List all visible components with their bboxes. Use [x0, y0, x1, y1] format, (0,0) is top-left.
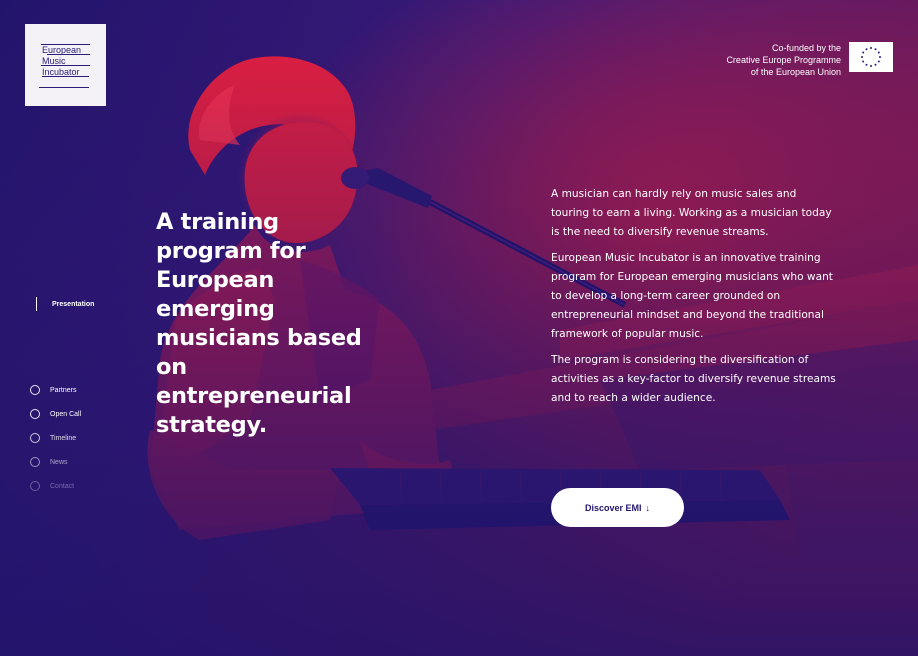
- circle-icon: [30, 481, 40, 491]
- eu-flag-icon: [849, 42, 893, 72]
- intro-paragraph: European Music Incubator is an innovativ…: [551, 252, 833, 340]
- discover-emi-label: Discover EMI: [584, 502, 642, 513]
- arrow-down-icon: ↓: [645, 502, 651, 513]
- circle-icon: [30, 409, 40, 419]
- circle-icon: [30, 385, 40, 395]
- nav-item-presentation[interactable]: Presentation: [30, 296, 94, 312]
- logo-line-1: European: [42, 45, 82, 55]
- intro-paragraph: The program is considering the diversifi…: [551, 354, 836, 404]
- nav-item-label: Open Call: [50, 410, 82, 418]
- funding-line-1: Co-funded by the: [771, 43, 841, 53]
- logo-rule: [39, 87, 89, 88]
- circle-icon: [30, 433, 40, 443]
- logo-wordmark: European Music Incubator: [42, 45, 98, 78]
- discover-emi-button[interactable]: Discover EMI ↓: [551, 488, 684, 527]
- nav-item-partners[interactable]: Partners: [30, 383, 76, 397]
- circle-icon: [30, 457, 40, 467]
- active-indicator: [36, 297, 37, 311]
- nav-item-open-call[interactable]: Open Call: [30, 407, 81, 421]
- nav-item-timeline[interactable]: Timeline: [30, 431, 76, 445]
- nav-item-contact[interactable]: Contact: [30, 479, 74, 493]
- eu-funding-badge: Co-funded by the Creative Europe Program…: [726, 42, 893, 78]
- nav-item-label: Contact: [50, 482, 75, 490]
- nav-item-label: Presentation: [52, 300, 95, 308]
- intro-paragraph: A musician can hardly rely on music sale…: [551, 188, 832, 238]
- nav-item-label: Timeline: [50, 434, 77, 442]
- eu-funding-text: Co-funded by the Creative Europe Program…: [726, 42, 841, 78]
- nav-item-news[interactable]: News: [30, 455, 68, 469]
- nav-item-label: Partners: [50, 386, 77, 394]
- funding-line-2: Creative Europe Programme: [726, 55, 841, 65]
- page: European Music Incubator Co-funded by th…: [0, 0, 918, 656]
- intro-text: A musician can hardly rely on music sale…: [551, 185, 836, 415]
- funding-line-3: of the European Union: [750, 67, 841, 77]
- logo-line-2: Music: [42, 56, 66, 66]
- page-headline: A training program for European emerging…: [156, 209, 362, 438]
- nav-item-label: News: [50, 458, 68, 466]
- site-logo[interactable]: European Music Incubator: [25, 24, 106, 106]
- logo-line-3: Incubator: [42, 67, 80, 77]
